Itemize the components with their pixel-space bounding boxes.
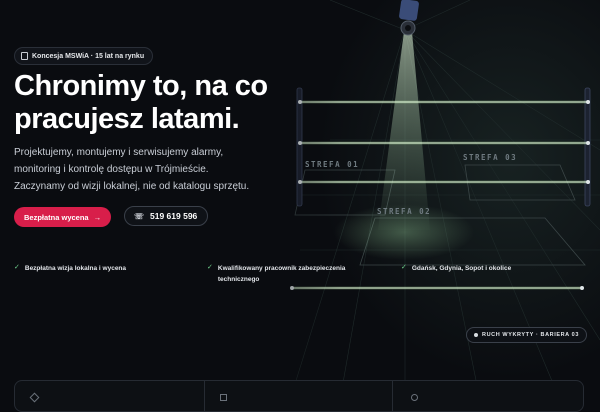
- status-dot-icon: [474, 333, 478, 337]
- hero-lead-line-3: Zaczynamy od wizji lokalnej, nie od kata…: [14, 181, 250, 192]
- check-icon: ✓: [14, 264, 20, 271]
- feature-text-2b: technicznego: [217, 276, 260, 283]
- light-cone: [378, 32, 430, 230]
- hero-lead-line-1: Projektujemy, montujemy i serwisujemy al…: [14, 147, 224, 158]
- page-title-line-2: pracujesz latami.: [14, 103, 240, 135]
- phone-button[interactable]: ☏ 519 619 596: [124, 206, 209, 226]
- motion-status-badge: RUCH WYKRYTY · BARIERA 03: [466, 327, 587, 343]
- hero-lead: Projektujemy, montujemy i serwisujemy al…: [14, 144, 284, 195]
- zone-label-2: STREFA 02: [377, 207, 432, 216]
- phone-number: 519 619 596: [150, 211, 198, 221]
- motion-status-text: RUCH WYKRYTY · BARIERA 03: [482, 332, 579, 338]
- feature-item-2: ✓ Kwalifikowany pracownik zabezpieczenia…: [207, 263, 345, 285]
- feature-item-1: ✓ Bezpłatna wizja lokalna i wycena: [14, 263, 126, 274]
- license-badge: Koncesja MSWiA · 15 lat na rynku: [14, 47, 154, 65]
- arrow-right-icon: →: [93, 212, 102, 222]
- camera-icon: [399, 0, 419, 36]
- free-quote-button[interactable]: Bezpłatna wycena →: [14, 207, 112, 227]
- card-divider: [392, 381, 393, 411]
- zone-label-1: STREFA 01: [305, 160, 360, 169]
- hero-lead-line-2: monitoring i kontrolę dostępu w Trójmieś…: [14, 164, 209, 175]
- post-right: [584, 87, 591, 207]
- feature-text-1: Bezpłatna wizja lokalna i wycena: [24, 265, 127, 272]
- check-icon: ✓: [401, 264, 407, 271]
- page-title-line-1: Chronimy to, na co: [14, 70, 268, 102]
- page-title: Chronimy to, na co pracujesz latami.: [14, 70, 304, 136]
- license-badge-text: Koncesja MSWiA · 15 lat na rynku: [32, 52, 145, 60]
- feature-text-2a: Kwalifikowany pracownik zabezpieczenia: [217, 265, 346, 272]
- check-icon: ✓: [207, 264, 213, 271]
- house-icon: [29, 392, 40, 403]
- feature-item-3: ✓ Gdańsk, Gdynia, Sopot i okolice: [401, 263, 511, 274]
- card-divider: [204, 381, 205, 411]
- feature-text-3: Gdańsk, Gdynia, Sopot i okolice: [411, 265, 512, 272]
- phone-icon: ☏: [134, 211, 145, 221]
- free-quote-button-label: Bezpłatna wycena: [24, 212, 89, 222]
- document-icon: [21, 52, 28, 60]
- bottom-card: [14, 380, 584, 412]
- zone-label-3: STREFA 03: [463, 153, 518, 162]
